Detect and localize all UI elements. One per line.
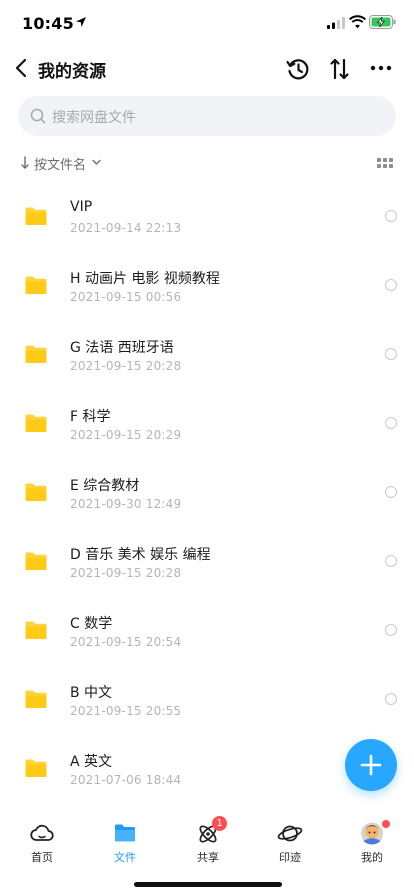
plus-icon: [360, 754, 382, 776]
sort-toggle-icon[interactable]: [329, 56, 351, 82]
tab-shared[interactable]: 1 共享: [178, 816, 238, 866]
planet-icon: [277, 825, 303, 842]
file-date: 2021-09-30 12:49: [70, 497, 182, 511]
folder-row[interactable]: H 动画片 电影 视频教程 2021-09-15 00:56: [0, 249, 414, 318]
file-name: E 综合教材: [70, 478, 140, 494]
file-name: B 中文: [70, 685, 113, 701]
header: 我的资源: [0, 48, 414, 92]
grid-view-icon[interactable]: [377, 158, 393, 168]
folder-icon: [25, 552, 47, 570]
sort-direction-icon[interactable]: [20, 156, 30, 170]
folder-icon: [25, 483, 47, 501]
file-name: H 动画片 电影 视频教程: [70, 271, 220, 287]
select-radio[interactable]: [385, 555, 397, 567]
sort-bar: 按文件名: [0, 150, 414, 176]
file-date: 2021-07-06 18:44: [70, 773, 182, 787]
chevron-down-icon: [92, 159, 101, 165]
search-icon: [30, 108, 46, 124]
file-date: 2021-09-15 00:56: [70, 290, 182, 304]
folder-row[interactable]: D 音乐 美术 娱乐 编程 2021-09-15 20:28: [0, 525, 414, 594]
tab-label: 首页: [31, 851, 53, 864]
folder-icon: [25, 207, 47, 225]
home-indicator: [134, 882, 282, 887]
folder-row[interactable]: C 数学 2021-09-15 20:54: [0, 594, 414, 663]
file-date: 2021-09-15 20:28: [70, 566, 182, 580]
select-radio[interactable]: [385, 348, 397, 360]
back-icon[interactable]: [12, 56, 32, 80]
file-date: 2021-09-15 20:28: [70, 359, 182, 373]
folder-row[interactable]: B 中文 2021-09-15 20:55: [0, 663, 414, 732]
folder-icon: [25, 621, 47, 639]
search-placeholder: 搜索网盘文件: [52, 110, 136, 126]
cellular-signal-icon: [327, 17, 345, 29]
file-name: G 法语 西班牙语: [70, 340, 174, 356]
file-date: 2021-09-15 20:55: [70, 704, 182, 718]
history-icon[interactable]: [285, 56, 311, 82]
sort-by-name-dropdown[interactable]: 按文件名: [34, 154, 86, 173]
folder-icon: [25, 759, 47, 777]
select-radio[interactable]: [385, 417, 397, 429]
wifi-icon: [349, 15, 366, 29]
tab-label: 共享: [197, 851, 219, 864]
file-date: 2021-09-14 22:13: [70, 221, 182, 235]
file-name: VIP: [70, 199, 93, 215]
notification-badge: 1: [212, 816, 227, 831]
folder-row[interactable]: G 法语 西班牙语 2021-09-15 20:28: [0, 318, 414, 387]
select-radio[interactable]: [385, 486, 397, 498]
status-bar: 10:45: [0, 0, 414, 48]
folder-icon: [25, 345, 47, 363]
folder-icon: [25, 414, 47, 432]
tab-footprints[interactable]: 印迹: [260, 818, 320, 866]
battery-charging-icon: [369, 15, 396, 29]
cloud-icon: [30, 824, 54, 841]
file-name: F 科学: [70, 409, 111, 425]
status-time: 10:45: [22, 14, 74, 33]
file-name: D 音乐 美术 娱乐 编程: [70, 547, 211, 563]
file-name: A 英文: [70, 754, 113, 770]
tab-label: 我的: [361, 851, 383, 864]
folder-icon: [115, 824, 135, 842]
select-radio[interactable]: [385, 210, 397, 222]
tab-files[interactable]: 文件: [95, 818, 155, 866]
search-input[interactable]: 搜索网盘文件: [18, 96, 396, 136]
select-radio[interactable]: [385, 624, 397, 636]
file-date: 2021-09-15 20:29: [70, 428, 182, 442]
unread-dot: [382, 820, 390, 828]
file-date: 2021-09-15 20:54: [70, 635, 182, 649]
folder-row[interactable]: VIP 2021-09-14 22:13: [0, 180, 414, 249]
select-radio[interactable]: [385, 279, 397, 291]
more-options-icon[interactable]: [369, 58, 393, 78]
page-title: 我的资源: [38, 62, 106, 82]
file-name: C 数学: [70, 616, 113, 632]
folder-row[interactable]: F 科学 2021-09-15 20:29: [0, 387, 414, 456]
tab-label: 印迹: [279, 851, 301, 864]
tab-profile[interactable]: 我的: [342, 818, 402, 866]
folder-row[interactable]: E 综合教材 2021-09-30 12:49: [0, 456, 414, 525]
folder-icon: [25, 276, 47, 294]
tab-home[interactable]: 首页: [12, 818, 72, 866]
location-arrow-icon: [76, 17, 86, 27]
select-radio[interactable]: [385, 693, 397, 705]
folder-icon: [25, 690, 47, 708]
add-button[interactable]: [345, 739, 397, 791]
tab-label: 文件: [114, 851, 136, 864]
